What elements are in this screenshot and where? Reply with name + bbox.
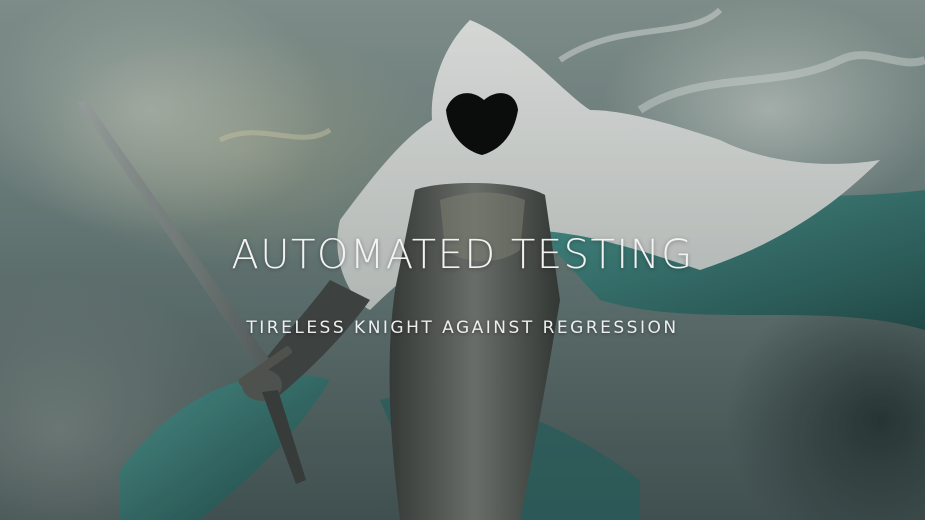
slide: AUTOMATED TESTING TIRELESS KNIGHT AGAINS…: [0, 0, 925, 520]
slide-subtitle: TIRELESS KNIGHT AGAINST REGRESSION: [246, 318, 679, 338]
slide-title: AUTOMATED TESTING: [231, 232, 694, 278]
